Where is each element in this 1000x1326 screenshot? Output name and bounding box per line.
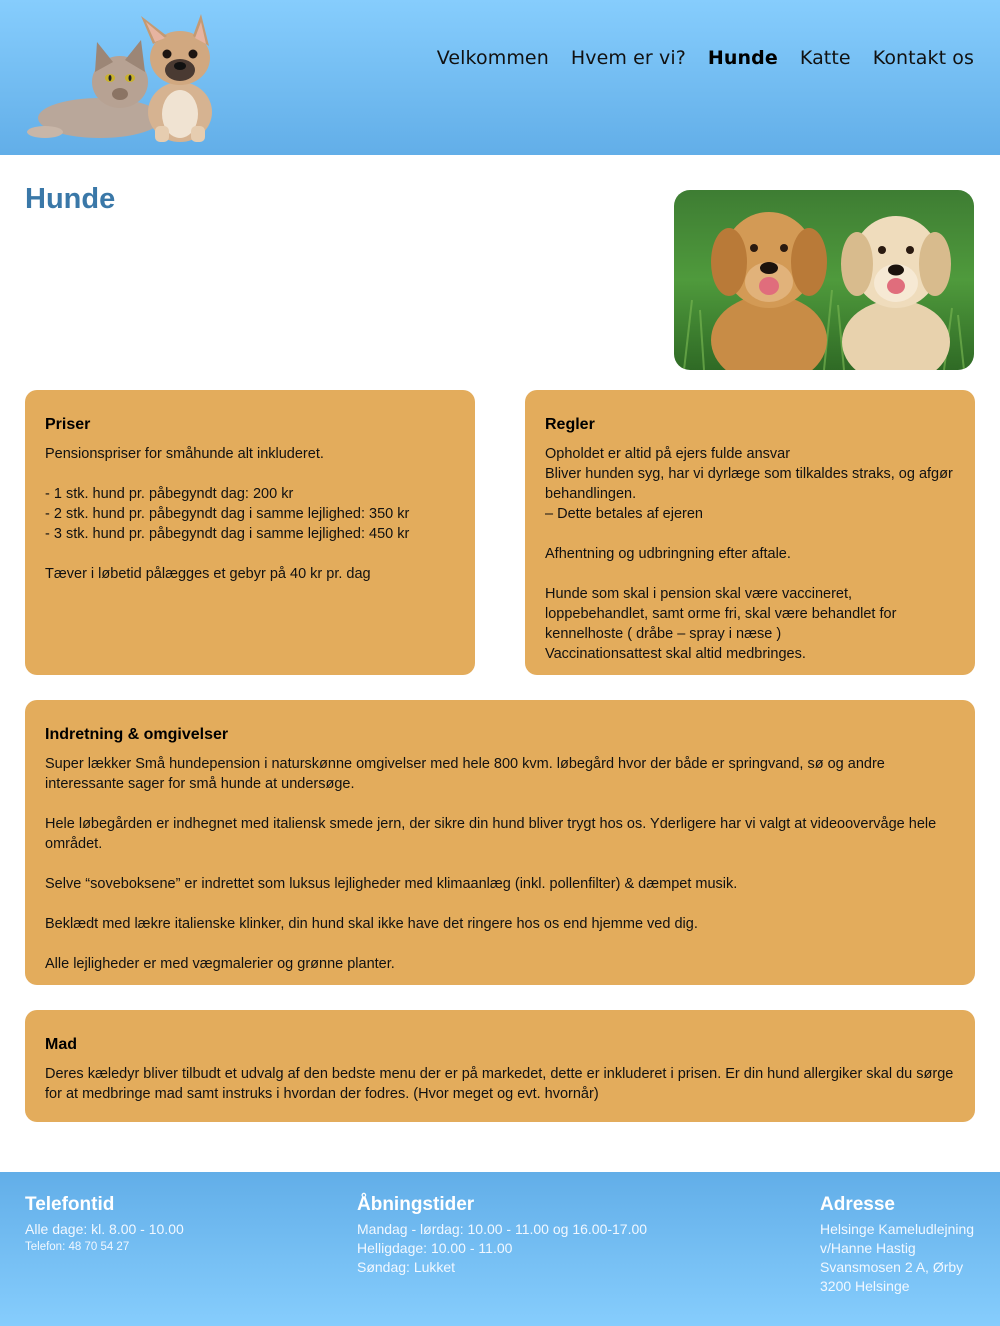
card-title: Indretning & omgivelser [45, 726, 229, 743]
footer-heading: Åbningstider [357, 1194, 475, 1215]
card-body: Opholdet er altid på ejers fulde ansvar … [545, 446, 953, 662]
footer-line: Helligdage: 10.00 - 11.00 [357, 1240, 513, 1256]
footer-heading: Telefontid [25, 1194, 115, 1215]
card-regler: Regler Opholdet er altid på ejers fulde … [525, 390, 975, 675]
footer-adresse: Adresse Helsinge Kameludlejning v/Hanne … [820, 1194, 974, 1296]
footer-line: Alle dage: kl. 8.00 - 10.00 [25, 1221, 184, 1237]
footer-abningstider: Åbningstider Mandag - lørdag: 10.00 - 11… [357, 1194, 647, 1277]
footer-line: Svansmosen 2 A, Ørby [820, 1259, 964, 1275]
footer-line: Søndag: Lukket [357, 1259, 456, 1275]
footer-line: Mandag - lørdag: 10.00 - 11.00 og 16.00-… [357, 1221, 648, 1237]
site-header: Velkommen Hvem er vi? Hunde Katte Kontak… [0, 0, 1000, 155]
card-body: Super lækker Små hundepension i naturskø… [45, 756, 937, 972]
golden-retrievers-image [674, 190, 974, 370]
card-body: Pensionspriser for småhunde alt inkluder… [45, 446, 410, 582]
card-indretning: Indretning & omgivelser Super lækker Små… [25, 700, 975, 985]
footer-line: 3200 Helsinge [820, 1278, 910, 1294]
footer-heading: Adresse [820, 1194, 895, 1215]
card-title: Mad [45, 1036, 77, 1053]
footer-phone[interactable]: Telefon: 48 70 54 27 [25, 1239, 184, 1255]
main-nav: Velkommen Hvem er vi? Hunde Katte Kontak… [437, 47, 974, 69]
footer-line: v/Hanne Hastig [820, 1240, 916, 1256]
page-title: Hunde [25, 183, 116, 215]
logo-cat-and-dog-image[interactable] [25, 14, 230, 142]
nav-item-katte[interactable]: Katte [800, 47, 851, 69]
footer-telefontid: Telefontid Alle dage: kl. 8.00 - 10.00 T… [25, 1194, 184, 1255]
nav-item-hunde[interactable]: Hunde [708, 47, 778, 69]
site-footer: Telefontid Alle dage: kl. 8.00 - 10.00 T… [0, 1172, 1000, 1326]
card-title: Priser [45, 416, 91, 433]
card-body: Deres kæledyr bliver tilbudt et udvalg a… [45, 1066, 954, 1102]
nav-item-hvem-er-vi[interactable]: Hvem er vi? [571, 47, 686, 69]
nav-item-kontakt-os[interactable]: Kontakt os [873, 47, 974, 69]
nav-item-velkommen[interactable]: Velkommen [437, 47, 549, 69]
card-priser: Priser Pensionspriser for småhunde alt i… [25, 390, 475, 675]
card-title: Regler [545, 416, 595, 433]
card-mad: Mad Deres kæledyr bliver tilbudt et udva… [25, 1010, 975, 1122]
footer-line: Helsinge Kameludlejning [820, 1221, 975, 1237]
